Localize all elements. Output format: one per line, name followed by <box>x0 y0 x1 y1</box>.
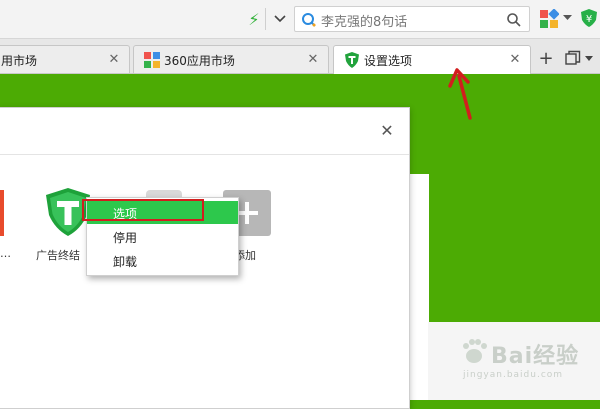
add-plus-icon <box>236 202 258 224</box>
restore-tab-icon[interactable] <box>565 50 581 66</box>
tab-title: 用市场 <box>1 54 38 68</box>
close-icon[interactable]: ✕ <box>306 52 320 67</box>
app-market-icon <box>144 52 160 68</box>
tab-app-market-partial[interactable]: 用市场 ✕ <box>0 45 130 73</box>
apps-grid-icon[interactable] <box>539 9 559 29</box>
annotation-highlight-box <box>82 199 204 221</box>
tab-strip: 用市场 ✕ 360应用市场 ✕ 设置选项 ✕ + <box>0 39 600 74</box>
tab-title: 360应用市场 <box>164 54 235 68</box>
dialog-header: ‌ ✕ <box>0 108 409 155</box>
paw-icon <box>463 339 487 363</box>
red-extension-icon[interactable] <box>0 190 4 236</box>
chevron-down-icon[interactable] <box>270 9 290 29</box>
adblock-shield-icon <box>345 52 359 68</box>
tab-360-app-market[interactable]: 360应用市场 ✕ <box>133 45 329 73</box>
menu-item-uninstall[interactable]: 卸载 <box>87 249 238 272</box>
menu-item-label: 停用 <box>113 231 138 245</box>
search-placeholder: 李克强的8句话 <box>321 15 408 30</box>
search-engine-icon[interactable] <box>301 12 317 28</box>
address-divider <box>265 8 266 30</box>
menu-item-disable[interactable]: 停用 <box>87 225 238 248</box>
tab-title: 设置选项 <box>364 54 413 68</box>
close-icon[interactable]: ✕ <box>508 52 522 67</box>
menu-item-label: 卸载 <box>113 255 138 269</box>
annotation-arrow-icon <box>448 68 472 120</box>
watermark-subtext: jingyan.baidu.com <box>463 370 564 380</box>
new-tab-button[interactable]: + <box>537 48 555 69</box>
search-input[interactable]: 李克强的8句话 <box>294 6 530 32</box>
search-icon[interactable] <box>506 12 522 28</box>
watermark: Bai经验 jingyan.baidu.com <box>455 330 595 390</box>
extension-label: 广告终结 <box>36 249 80 262</box>
address-bar: ⚡ 李克强的8句话 ¥ <box>0 0 600 39</box>
extension-label: … <box>0 247 11 260</box>
watermark-text: Bai经验 <box>491 344 580 369</box>
tab-settings[interactable]: 设置选项 ✕ <box>333 45 531 74</box>
close-icon[interactable]: ✕ <box>379 121 395 140</box>
apps-caret-icon[interactable] <box>563 13 572 22</box>
tab-menu-caret-icon[interactable] <box>585 55 593 63</box>
close-icon[interactable]: ✕ <box>107 52 121 67</box>
speed-mode-icon[interactable]: ⚡ <box>245 9 263 29</box>
svg-text:¥: ¥ <box>586 14 592 25</box>
shield-icon[interactable]: ¥ <box>580 8 598 28</box>
